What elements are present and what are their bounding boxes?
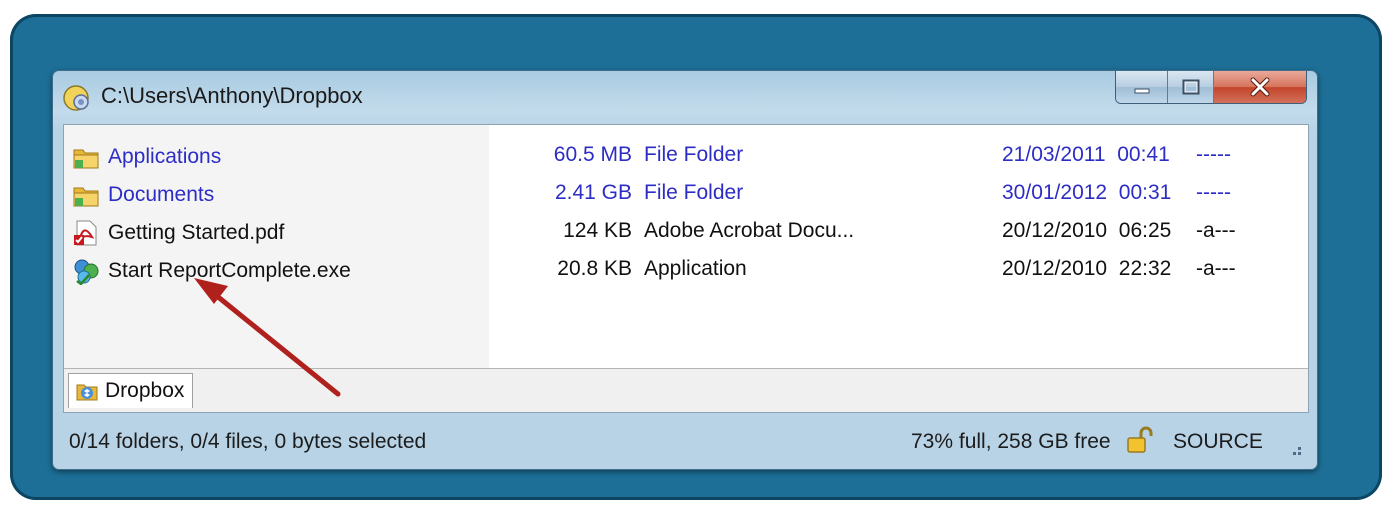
name-cell: Getting Started.pdf (72, 219, 284, 247)
file-date: 20/12/2010 22:32 (1002, 257, 1172, 280)
app-icon (63, 85, 89, 111)
file-size: 60.5 MB (553, 143, 632, 166)
file-row-applications[interactable]: Applications 60.5 MB File Folder 21/03/2… (64, 137, 1308, 175)
caption-buttons (1115, 71, 1307, 104)
file-row-getting-started[interactable]: Getting Started.pdf 124 KB Adobe Acrobat… (64, 213, 1308, 251)
file-date: 30/01/2012 00:31 (1002, 181, 1172, 204)
file-size: 124 KB (563, 219, 632, 242)
disk-usage-status: 73% full, 258 GB free (911, 430, 1111, 453)
pdf-icon (74, 220, 97, 246)
maximize-icon (1182, 79, 1199, 95)
file-type: File Folder (644, 143, 744, 166)
dropbox-folder-icon (76, 384, 98, 401)
name-cell: Documents (72, 181, 214, 209)
status-bar: 0/14 folders, 0/4 files, 0 bytes selecte… (53, 415, 1317, 469)
file-name: Getting Started.pdf (108, 221, 285, 244)
file-list: Applications 60.5 MB File Folder 21/03/2… (63, 124, 1309, 370)
folder-icon (73, 187, 99, 207)
minimize-icon (1134, 88, 1149, 94)
name-cell: Applications (72, 143, 221, 171)
window-title: C:\Users\Anthony\Dropbox (101, 83, 363, 108)
selection-status: 0/14 folders, 0/4 files, 0 bytes selecte… (69, 430, 427, 453)
file-row-start-reportcomplete[interactable]: Start ReportComplete.exe 20.8 KB Applica… (64, 251, 1308, 289)
close-button[interactable] (1214, 71, 1306, 103)
unlocked-padlock-icon[interactable] (1125, 425, 1155, 455)
file-date: 20/12/2010 06:25 (1002, 219, 1172, 242)
file-attributes: -a--- (1196, 257, 1236, 280)
tab-strip: Dropbox (63, 368, 1309, 413)
file-name: Documents (108, 183, 215, 206)
file-size: 20.8 KB (557, 257, 632, 280)
exe-icon (74, 259, 99, 285)
folder-icon (73, 149, 99, 169)
tab-dropbox[interactable]: Dropbox (68, 373, 194, 408)
file-attributes: ----- (1196, 181, 1231, 204)
title-bar[interactable]: C:\Users\Anthony\Dropbox (53, 71, 1317, 123)
tab-label: Dropbox (105, 379, 185, 402)
file-date: 21/03/2011 00:41 (1002, 143, 1170, 166)
file-type: File Folder (644, 181, 744, 204)
file-name: Start ReportComplete.exe (108, 259, 351, 282)
file-attributes: -a--- (1196, 219, 1236, 242)
resize-grip-icon[interactable] (1285, 439, 1303, 457)
close-icon (1250, 77, 1270, 97)
name-cell: Start ReportComplete.exe (72, 257, 351, 285)
file-row-documents[interactable]: Documents 2.41 GB File Folder 30/01/2012… (64, 175, 1308, 213)
minimize-button[interactable] (1116, 71, 1168, 103)
file-type: Adobe Acrobat Docu... (644, 219, 855, 242)
source-label: SOURCE (1173, 430, 1263, 453)
file-manager-window: C:\Users\Anthony\Dropbox Applications 60… (52, 70, 1318, 470)
file-attributes: ----- (1196, 143, 1231, 166)
file-name: Applications (108, 145, 222, 168)
maximize-button[interactable] (1168, 71, 1214, 103)
file-type: Application (644, 257, 747, 280)
file-size: 2.41 GB (554, 181, 632, 204)
